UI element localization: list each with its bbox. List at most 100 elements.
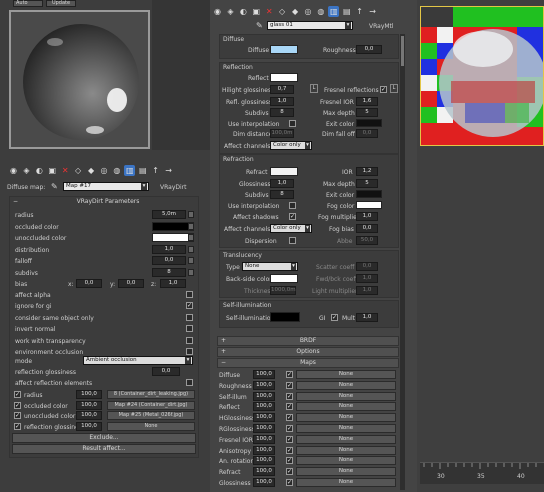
map-slot-button[interactable]: None [296,434,396,444]
reset-icon[interactable]: ▣ [251,6,262,17]
map-enable-checkbox[interactable]: ✓ [286,479,293,486]
map-amount-field[interactable]: 100,0 [76,421,102,431]
go-sibling-icon[interactable]: → [367,6,378,17]
map-slot-button[interactable]: None [296,370,396,379]
map-slot-button[interactable]: None [296,478,396,487]
param-field[interactable]: 1,0 [152,244,186,254]
param-map-button[interactable] [188,211,194,218]
map-amount-field[interactable]: 100,0 [253,380,275,390]
map-amount-field[interactable]: 100,0 [253,370,275,379]
delete-icon[interactable]: ✕ [264,6,275,17]
map-enable-checkbox[interactable]: ✓ [286,403,293,411]
mid-scrollbar[interactable] [400,34,405,490]
exclude-button[interactable]: Exclude... [12,433,196,443]
map-slot-button[interactable]: None [296,413,396,423]
timeline[interactable]: 30 35 40 [420,462,544,484]
check-box[interactable] [186,325,193,333]
check-box[interactable] [186,313,193,321]
lock-icon[interactable]: L [310,84,318,93]
maps-rollout[interactable]: − Maps [217,358,399,368]
options-rollout[interactable]: + Options [217,347,399,357]
param-field[interactable]: 8 [152,267,186,277]
mid-scroll-thumb[interactable] [401,36,404,66]
map-amount-field[interactable]: 100,0 [76,411,102,420]
affect-shadows-checkbox[interactable]: ✓ [289,213,296,220]
reflect-affect-channels-select[interactable]: Color only ▾ [270,141,312,150]
gi-checkbox[interactable]: ✓ [331,314,338,321]
diffuse-color-swatch[interactable] [270,45,298,54]
bias-x-field[interactable]: 0,0 [76,279,102,288]
show-end-icon[interactable]: ▤ [341,6,352,17]
dispersion-checkbox[interactable] [289,237,296,244]
abbe-field[interactable]: 50,0 [356,236,378,245]
map-slot-button[interactable]: Map #25 (Metal_026f.jpg) [107,411,195,420]
check-box[interactable] [186,291,193,298]
library-icon[interactable]: ◎ [98,165,109,176]
map-slot-button[interactable]: None [296,402,396,412]
show-map-icon[interactable]: ▥ [124,165,136,176]
fresnel-ior-field[interactable]: 1,6 [356,97,378,106]
thickness-field[interactable]: 1000,0m [270,286,296,295]
check-box[interactable] [186,348,193,355]
copy-icon[interactable]: ◇ [277,6,288,17]
sample-slot[interactable] [9,10,150,149]
map-slot-button[interactable]: None [296,380,396,390]
reflect-color-swatch[interactable] [270,73,298,82]
param-map-button[interactable] [188,257,194,264]
map-slot-button[interactable]: None [296,424,396,433]
map-enable-checkbox[interactable]: ✓ [14,422,21,430]
dim-distance-field[interactable]: 100,0m [270,129,294,138]
map-amount-field[interactable]: 100,0 [76,390,102,399]
refract-exit-color-swatch[interactable] [356,190,382,198]
map-amount-field[interactable]: 100,0 [253,413,275,423]
map-amount-field[interactable]: 100,0 [253,456,275,466]
map-enable-checkbox[interactable]: ✓ [286,414,293,422]
affect-reflection-checkbox[interactable] [186,379,193,386]
refract-affect-channels-select[interactable]: Color only ▾ [270,224,312,233]
reset-icon[interactable]: ▣ [47,165,58,176]
param-map-button[interactable] [188,268,194,276]
dim-falloff-field[interactable]: 0,0 [356,129,378,138]
vraydirt-rollout-title[interactable]: − VRayDirt Parameters [10,197,198,206]
fresnel-reflections-checkbox[interactable]: ✓ [380,86,387,93]
exit-color-swatch[interactable] [356,119,382,127]
map-enable-checkbox[interactable]: ✓ [286,371,293,378]
map-slot-button[interactable]: None [107,421,195,431]
delete-icon[interactable]: ✕ [60,165,71,176]
light-multiplier-field[interactable]: 1,0 [356,286,378,295]
map-slot-button[interactable]: None [296,456,396,466]
map-amount-field[interactable]: 100,0 [253,402,275,412]
show-end-icon[interactable]: ▤ [137,165,148,176]
backside-color-swatch[interactable] [270,274,298,283]
map-amount-field[interactable]: 100,0 [76,400,102,410]
effects-icon[interactable]: ◍ [315,6,326,17]
map-amount-field[interactable]: 100,0 [253,445,275,455]
refract-glossiness-field[interactable]: 1,0 [270,179,294,188]
eyedropper-icon[interactable]: ✎ [256,21,263,30]
update-button[interactable]: Update [46,0,76,7]
mode-select[interactable]: Ambient occlusion ▾ [83,356,193,365]
param-map-button[interactable] [188,245,194,253]
result-affect-button[interactable]: Result affect... [12,444,196,454]
refract-max-depth-field[interactable]: 5 [356,179,378,188]
fog-bias-field[interactable]: 0,0 [356,224,378,233]
go-parent-icon[interactable]: ↑ [354,6,365,17]
assign-icon[interactable]: ◐ [238,6,249,17]
refract-color-swatch[interactable] [270,167,298,176]
brdf-rollout[interactable]: + BRDF [217,336,399,346]
go-sibling-icon[interactable]: → [163,165,174,176]
refract-use-interpolation-checkbox[interactable] [289,202,296,209]
map-slot-button[interactable]: None [296,445,396,455]
effects-icon[interactable]: ◍ [111,165,122,176]
copy-icon[interactable]: ◇ [73,165,84,176]
map-amount-field[interactable]: 100,0 [253,467,275,477]
map-amount-field[interactable]: 100,0 [253,434,275,444]
auto-checkbox[interactable]: Auto [13,0,43,7]
map-enable-checkbox[interactable]: ✓ [286,392,293,400]
refract-subdivs-field[interactable]: 8 [270,190,294,199]
map-amount-field[interactable]: 100,0 [253,424,275,433]
map-enable-checkbox[interactable]: ✓ [286,381,293,389]
param-map-button[interactable] [188,222,194,230]
fog-multiplier-field[interactable]: 1,0 [356,212,378,221]
map-amount-field[interactable]: 100,0 [253,391,275,401]
